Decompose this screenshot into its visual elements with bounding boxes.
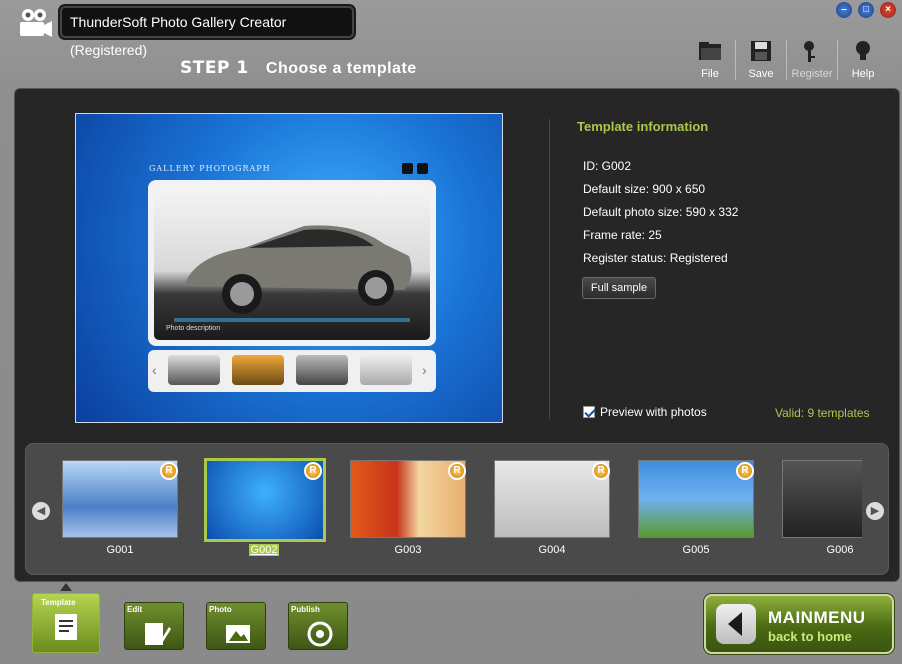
help-label: Help [851, 68, 875, 80]
template-default-size: Default size: 900 x 650 [583, 182, 706, 196]
step-tab-edit[interactable]: Edit [124, 596, 188, 654]
key-icon [804, 41, 815, 62]
strip-thumb [360, 355, 412, 385]
photo-description: Photo description [166, 325, 221, 332]
window-controls: – □ × [836, 2, 896, 18]
close-button[interactable]: × [880, 2, 896, 18]
preview-with-photos-checkbox[interactable]: Preview with photos [583, 405, 707, 419]
edit-pencil-icon [145, 623, 171, 645]
step-tab-label: Photo [209, 605, 232, 614]
folder-icon [699, 42, 721, 60]
strip-thumb [232, 355, 284, 385]
mainmenu-button[interactable]: MAINMENU back to home [704, 594, 894, 654]
publish-icon [307, 621, 333, 647]
template-label: G002 [248, 544, 280, 556]
template-label: G004 [538, 544, 566, 556]
toolbar: File Save Register Help [685, 38, 888, 82]
template-label: G005 [682, 544, 710, 556]
template-item-g006[interactable]: R G006 [782, 460, 862, 564]
window-title: ThunderSoft Photo Gallery Creator (Regis… [60, 6, 354, 58]
template-item-g003[interactable]: R G003 [350, 460, 468, 564]
strip-next-icon: › [422, 362, 427, 378]
registered-badge-icon: R [592, 462, 610, 480]
template-register-status: Register status: Registered [583, 251, 728, 265]
photo-icon [226, 625, 250, 643]
save-button[interactable]: Save [736, 38, 786, 82]
maximize-button[interactable]: □ [858, 2, 874, 18]
minimize-button[interactable]: – [836, 2, 852, 18]
strip-thumb [168, 355, 220, 385]
template-label: G006 [826, 544, 854, 556]
strip-prev-icon: ‹ [152, 362, 157, 378]
template-label: G003 [394, 544, 422, 556]
template-item-g005[interactable]: R G005 [638, 460, 756, 564]
full-sample-button[interactable]: Full sample [582, 277, 656, 299]
sound-icon [417, 163, 428, 174]
save-label: Save [748, 68, 774, 80]
step-folder: Edit [124, 602, 184, 650]
step-number: STEP 1 [180, 58, 249, 78]
step-tab-photo[interactable]: Photo [206, 596, 270, 654]
step-folder: Photo [206, 602, 266, 650]
step-folder: Publish [288, 602, 348, 650]
registered-badge-icon: R [448, 462, 466, 480]
step-tab-label: Template [41, 598, 76, 607]
step-heading: STEP 1 Choose a template [180, 58, 417, 78]
template-preview: GALLERY PHOTOGRAPH Photo description ‹ › [75, 113, 503, 423]
step-tab-label: Publish [291, 605, 320, 614]
preview-with-photos-label: Preview with photos [600, 405, 707, 419]
panel-divider [549, 119, 550, 419]
back-arrow-icon [716, 604, 756, 644]
carousel-prev-button[interactable]: ◀ [32, 502, 50, 520]
pause-icon [402, 163, 413, 174]
step-title: Choose a template [265, 60, 417, 77]
valid-templates-count: Valid: 9 templates [775, 406, 870, 420]
template-default-photo-size: Default photo size: 590 x 332 [583, 205, 739, 219]
template-doc-icon [55, 614, 77, 640]
file-button[interactable]: File [685, 38, 735, 82]
template-thumbnail[interactable] [782, 460, 862, 538]
registered-badge-icon: R [304, 462, 322, 480]
template-id: ID: G002 [583, 159, 632, 173]
app-logo-camera-icon [14, 6, 54, 40]
template-info-title: Template information [577, 119, 709, 134]
mainmenu-subtitle: back to home [768, 629, 852, 644]
help-button[interactable]: Help [838, 38, 888, 82]
gallery-caption: GALLERY PHOTOGRAPH [149, 164, 271, 173]
file-label: File [701, 68, 719, 80]
template-item-g004[interactable]: R G004 [494, 460, 612, 564]
floppy-disk-icon [751, 41, 771, 61]
carousel-next-button[interactable]: ▶ [866, 502, 884, 520]
step-folder: Template [32, 593, 100, 653]
lightbulb-icon [856, 41, 870, 60]
strip-thumb [296, 355, 348, 385]
step-tab-publish[interactable]: Publish [288, 596, 352, 654]
preview-thumbnail-strip: ‹ › [148, 350, 436, 392]
register-button[interactable]: Register [787, 38, 837, 82]
registered-badge-icon: R [160, 462, 178, 480]
template-item-g002[interactable]: R G002 [204, 458, 326, 564]
main-panel: GALLERY PHOTOGRAPH Photo description ‹ ›… [14, 88, 900, 582]
template-carousel: ◀ R G001 R G002 R G003 R G004 R G005 G00… [25, 443, 889, 575]
template-label: G001 [106, 544, 134, 556]
template-viewport: R G001 R G002 R G003 R G004 R G005 G006 [56, 454, 862, 568]
preview-photo-card: Photo description [148, 180, 436, 346]
step-tab-template[interactable]: Template [32, 593, 100, 653]
mainmenu-title: MAINMENU [768, 608, 866, 627]
step-tab-label: Edit [127, 605, 143, 614]
template-frame-rate: Frame rate: 25 [583, 228, 662, 242]
preview-car-photo: Photo description [154, 186, 430, 340]
register-label: Register [791, 68, 833, 80]
checkbox-checked-icon[interactable] [583, 406, 595, 418]
template-item-g001[interactable]: R G001 [62, 460, 180, 564]
registered-badge-icon: R [736, 462, 754, 480]
active-step-pointer-icon [60, 583, 72, 591]
